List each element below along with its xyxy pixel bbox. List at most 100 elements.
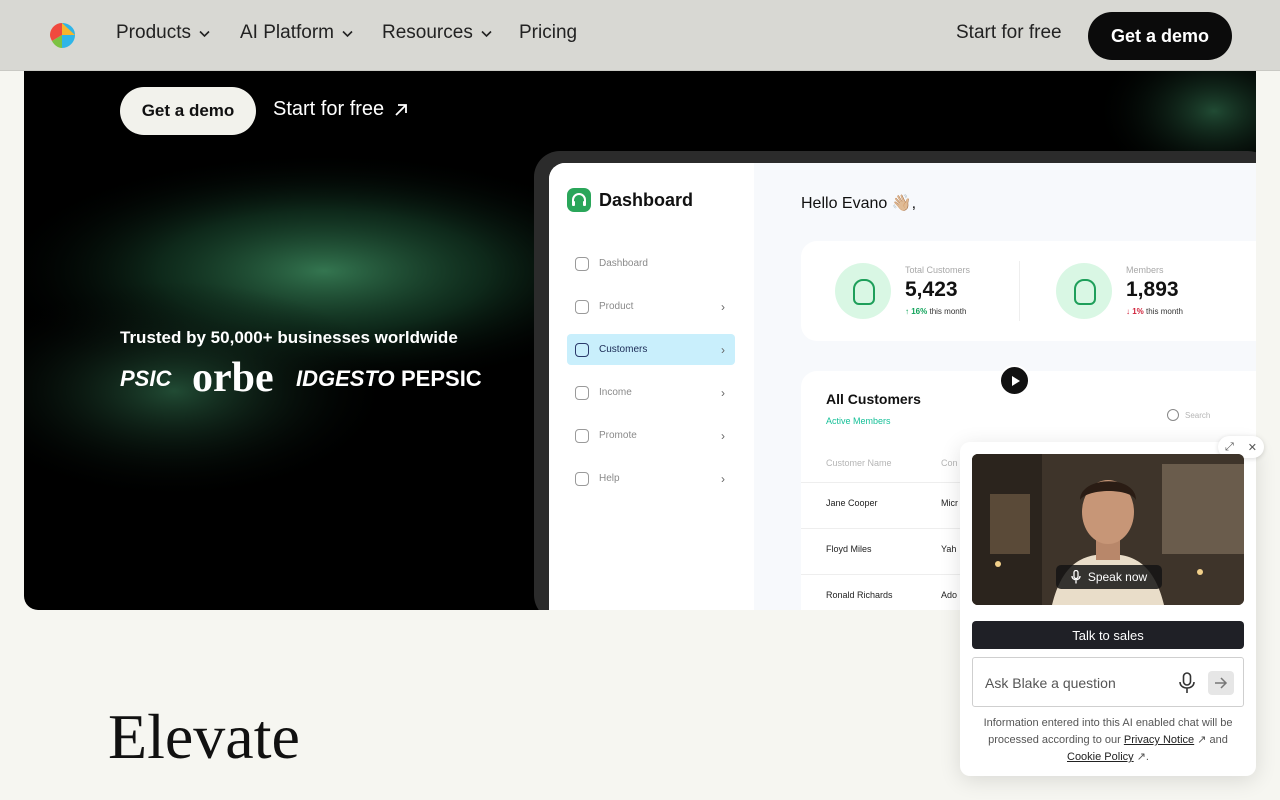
nav-ai-platform[interactable]: AI Platform [240, 22, 353, 44]
cookie-policy-label: Cookie Policy [1067, 751, 1134, 763]
nav-resources-label: Resources [382, 22, 473, 43]
expand-icon[interactable]: ⤢ [1225, 441, 1234, 454]
chevron-right-icon: › [721, 342, 725, 357]
sidebar-item-promote[interactable]: Promote › [567, 420, 735, 451]
agent-video: Speak now [972, 454, 1244, 605]
microphone-icon[interactable] [1177, 672, 1197, 694]
stat-trend-pct: 16% [911, 307, 928, 316]
ai-chat-widget: ⤢ ✕ Speak now Talk to sales Information … [960, 436, 1264, 776]
promote-icon [575, 428, 589, 443]
table-cell: Floyd Miles [826, 544, 872, 554]
hero-start-free-link[interactable]: Start for free [273, 98, 408, 121]
external-link-icon: ↗ [1197, 734, 1207, 746]
chevron-right-icon: › [721, 385, 725, 400]
stat-trend: ↑ 16% this month [905, 307, 966, 316]
trusted-by-text: Trusted by 50,000+ businesses worldwide [120, 328, 458, 347]
chevron-down-icon [481, 30, 492, 37]
talk-to-sales-button[interactable]: Talk to sales [972, 621, 1244, 649]
chevron-down-icon [342, 30, 353, 37]
stat-label: Members [1126, 265, 1164, 275]
customers-subtitle[interactable]: Active Members [826, 416, 891, 426]
nav-get-demo-button[interactable]: Get a demo [1088, 12, 1232, 60]
sidebar-item-label: Product [599, 301, 634, 312]
sidebar-item-dashboard[interactable]: Dashboard [567, 248, 735, 279]
income-icon [575, 385, 589, 400]
nav-products[interactable]: Products [116, 22, 210, 44]
members-stat-icon [1056, 263, 1112, 319]
send-button[interactable] [1208, 671, 1234, 695]
ask-question-box [972, 657, 1244, 707]
top-nav: Products AI Platform Resources Pricing S… [0, 0, 1280, 71]
search-placeholder: Search [1185, 410, 1211, 420]
dashboard-icon [575, 256, 589, 271]
brand-logo: orbe [192, 355, 274, 401]
chevron-right-icon: › [721, 471, 725, 486]
sidebar-item-customers[interactable]: Customers › [567, 334, 735, 365]
section-heading: Elevate [108, 701, 300, 772]
customers-title: All Customers [826, 391, 921, 407]
table-cell: Ado [941, 590, 958, 600]
play-button[interactable] [999, 365, 1030, 396]
privacy-notice-link[interactable]: Privacy Notice [1124, 734, 1194, 746]
brand-logo-strip: PSIC orbe IDGESTO PEPSIC [120, 354, 520, 404]
stat-trend-text: this month [929, 307, 967, 316]
sidebar-item-income[interactable]: Income › [567, 377, 735, 408]
headset-icon [567, 188, 591, 212]
arrow-right-icon [1215, 677, 1228, 689]
column-header: Customer Name [826, 458, 892, 468]
table-cell: Jane Cooper [826, 498, 878, 508]
sidebar-item-label: Promote [599, 430, 637, 441]
external-link-icon: ↗ [1136, 751, 1146, 763]
stat-label: Total Customers [905, 265, 971, 275]
customers-search[interactable]: Search [1167, 404, 1256, 426]
nav-ai-platform-label: AI Platform [240, 22, 334, 43]
sidebar-item-label: Customers [599, 344, 648, 355]
dashboard-title: Dashboard [599, 189, 694, 210]
sidebar-item-help[interactable]: Help › [567, 463, 735, 494]
chevron-right-icon: › [721, 428, 725, 443]
ask-question-input[interactable] [985, 672, 1165, 694]
sidebar-item-label: Dashboard [599, 258, 648, 269]
chevron-right-icon: › [721, 299, 725, 314]
dashboard-sidebar: Dashboard Dashboard Product › Customers … [549, 163, 754, 610]
stats-card: Total Customers 5,423 ↑ 16% this month M… [801, 241, 1256, 341]
trend-up-icon: ↑ [905, 307, 909, 316]
chevron-down-icon [199, 30, 210, 37]
brand-logo: PEPSIC [401, 366, 482, 391]
trend-down-icon: ↓ [1126, 307, 1130, 316]
product-icon [575, 299, 589, 314]
customers-stat-icon [835, 263, 891, 319]
customers-icon [575, 342, 589, 357]
microphone-icon [1071, 570, 1081, 584]
sidebar-item-product[interactable]: Product › [567, 291, 735, 322]
play-icon [1011, 375, 1020, 386]
search-icon [1167, 409, 1179, 421]
arrow-up-right-icon [395, 103, 408, 116]
brand-logo: PSIC [120, 366, 172, 391]
nav-pricing[interactable]: Pricing [519, 22, 577, 44]
table-cell: Yah [941, 544, 957, 554]
nav-products-label: Products [116, 22, 191, 43]
nav-pricing-label: Pricing [519, 22, 578, 43]
stat-trend-text: this month [1146, 307, 1183, 316]
cookie-policy-link[interactable]: Cookie Policy [1067, 751, 1134, 763]
close-icon[interactable]: ✕ [1248, 441, 1257, 454]
sidebar-item-label: Help [599, 473, 620, 484]
nav-resources[interactable]: Resources [382, 22, 492, 44]
column-header: Con [941, 458, 958, 468]
speak-now-button[interactable]: Speak now [1056, 565, 1162, 589]
logo-icon[interactable] [47, 20, 77, 50]
hero-get-demo-button[interactable]: Get a demo [120, 87, 256, 135]
stat-trend-pct: 1% [1132, 307, 1144, 316]
disclaimer-and: and [1209, 734, 1228, 746]
help-icon [575, 471, 589, 486]
stat-value: 5,423 [905, 278, 958, 301]
sidebar-item-label: Income [599, 387, 632, 398]
stat-divider [1019, 261, 1020, 321]
chat-disclaimer: Information entered into this AI enabled… [983, 717, 1233, 763]
nav-start-free-link[interactable]: Start for free [956, 22, 1062, 44]
greeting-text: Hello Evano 👋🏼, [801, 195, 917, 212]
disclaimer-text: Information entered into this AI enabled… [983, 717, 1233, 746]
speak-now-label: Speak now [1087, 570, 1148, 584]
stat-value: 1,893 [1126, 278, 1179, 301]
